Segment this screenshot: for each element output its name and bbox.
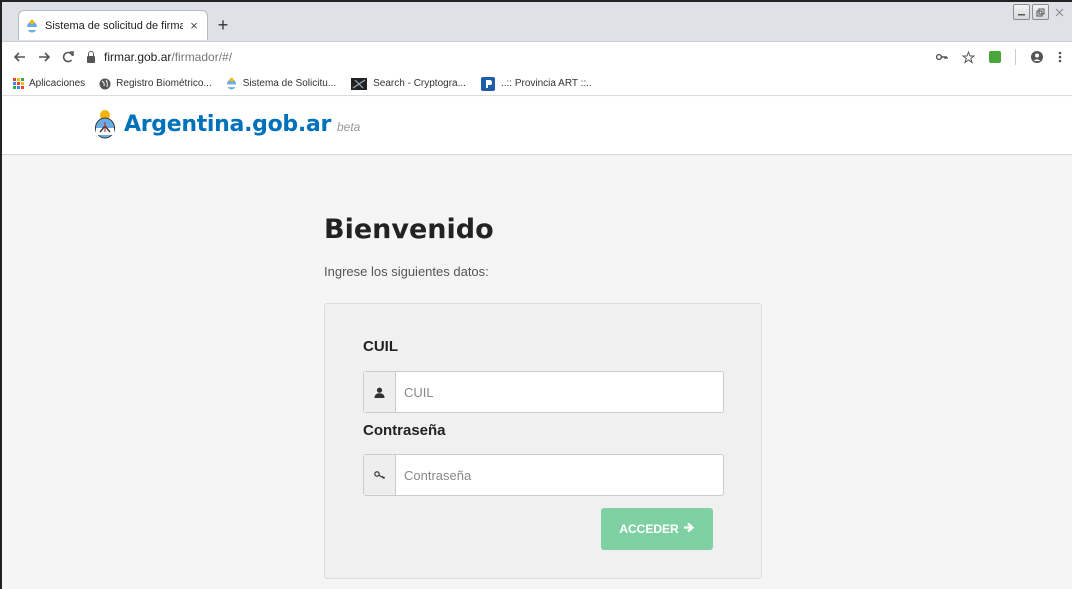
- bookmark-search-cryptography[interactable]: Search - Cryptogra...: [350, 77, 466, 90]
- bookmarks-bar: Aplicaciones Registro Biométrico... Sist…: [2, 72, 1072, 96]
- page-subtitle: Ingrese los siguientes datos:: [324, 264, 489, 279]
- bookmark-registro-biometrico[interactable]: Registro Biométrico...: [99, 78, 212, 90]
- toolbar-actions: [936, 45, 1062, 69]
- extension-icon[interactable]: [989, 51, 1001, 63]
- restore-button[interactable]: [1032, 4, 1049, 20]
- password-input-group: [363, 454, 724, 496]
- cuil-input[interactable]: [396, 372, 723, 412]
- bookmark-provincia-art[interactable]: ..:: Provincia ART ::..: [480, 76, 592, 91]
- minimize-button[interactable]: [1013, 4, 1030, 20]
- cryptography-icon: [350, 77, 368, 90]
- tab-title: Sistema de solicitud de firma dig: [45, 19, 183, 32]
- address-bar[interactable]: firmar.gob.ar /firmador/#/: [86, 45, 232, 69]
- reload-button[interactable]: [56, 45, 80, 69]
- site-header: Argentina.gob.ar beta: [2, 97, 1072, 155]
- globe-icon: [99, 78, 111, 90]
- back-button[interactable]: [8, 45, 32, 69]
- bookmark-aplicaciones[interactable]: Aplicaciones: [12, 78, 85, 90]
- bookmark-sistema-solicitud[interactable]: Sistema de Solicitu...: [226, 77, 337, 90]
- argentina-seal-icon: [25, 19, 39, 33]
- cuil-label: CUIL: [363, 338, 398, 355]
- window-controls: [1013, 4, 1068, 20]
- brand-name: Argentina.gob.ar: [124, 111, 331, 137]
- tab-close-icon[interactable]: ×: [187, 18, 201, 33]
- beta-label: beta: [337, 120, 361, 134]
- close-window-button[interactable]: [1051, 4, 1068, 20]
- argentina-seal-icon: [226, 77, 238, 90]
- forward-button[interactable]: [32, 45, 56, 69]
- browser-tab[interactable]: Sistema de solicitud de firma dig ×: [18, 10, 208, 40]
- url-host: firmar.gob.ar: [104, 50, 172, 64]
- page-content: Bienvenido Ingrese los siguientes datos:…: [2, 156, 1072, 589]
- brand-link[interactable]: Argentina.gob.ar beta: [94, 109, 360, 139]
- tab-strip: Sistema de solicitud de firma dig × +: [2, 2, 1072, 42]
- toolbar-separator: [1015, 49, 1016, 65]
- key-icon: [364, 455, 396, 495]
- acceder-label: ACCEDER: [619, 522, 679, 536]
- new-tab-button[interactable]: +: [212, 14, 234, 36]
- bookmark-label: Aplicaciones: [29, 78, 86, 89]
- bookmark-label: Search - Cryptogra...: [373, 78, 466, 89]
- provincia-art-icon: [480, 76, 496, 91]
- key-icon[interactable]: [936, 52, 948, 62]
- password-input[interactable]: [396, 455, 723, 495]
- login-card: CUIL Contraseña ACCEDER: [324, 303, 762, 579]
- profile-icon[interactable]: [1030, 50, 1044, 64]
- password-label: Contraseña: [363, 422, 446, 439]
- browser-window: Sistema de solicitud de firma dig × +: [0, 0, 1072, 589]
- bookmark-label: Registro Biométrico...: [116, 78, 212, 89]
- bookmark-label: Sistema de Solicitu...: [242, 78, 337, 89]
- page-title: Bienvenido: [324, 214, 494, 245]
- user-icon: [364, 372, 396, 412]
- bookmark-star-icon[interactable]: [962, 50, 975, 64]
- acceder-button[interactable]: ACCEDER: [601, 508, 713, 550]
- bookmark-label: ..:: Provincia ART ::..: [500, 78, 592, 89]
- cuil-input-group: [363, 371, 724, 413]
- browser-toolbar: firmar.gob.ar /firmador/#/: [2, 42, 1072, 72]
- argentina-seal-icon: [94, 109, 116, 139]
- arrow-right-icon: [683, 522, 695, 536]
- apps-grid-icon: [12, 78, 24, 90]
- url-path: /firmador/#/: [171, 50, 233, 64]
- lock-icon: [86, 51, 96, 63]
- menu-icon[interactable]: [1058, 51, 1062, 63]
